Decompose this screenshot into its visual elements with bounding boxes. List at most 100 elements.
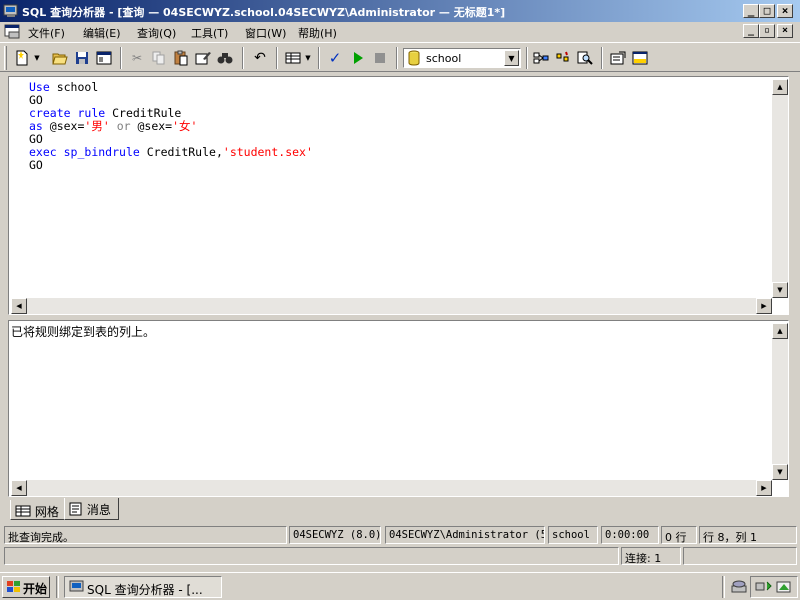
results-mode-dropdown-icon[interactable]: ▼ <box>303 48 313 68</box>
toolbar-separator <box>120 47 122 69</box>
menu-help[interactable]: 帮助(H) <box>298 25 337 41</box>
query-editor[interactable]: Use school GO create rule CreditRule as @se… <box>8 76 789 315</box>
find-binoculars-icon[interactable] <box>215 48 235 68</box>
scroll-down-arrow-icon[interactable]: ▼ <box>772 464 788 480</box>
scroll-right-arrow-icon[interactable]: ▶ <box>756 480 772 496</box>
tab-messages[interactable]: 消息 <box>64 498 119 520</box>
scroll-up-arrow-icon[interactable]: ▲ <box>772 79 788 95</box>
code-token: school <box>49 80 99 94</box>
menu-query[interactable]: 查询(Q) <box>137 25 176 41</box>
messages-document-icon <box>69 502 82 516</box>
status-text: 批查询完成。 <box>4 526 287 544</box>
toolbar-separator <box>601 47 603 69</box>
execute-query-icon[interactable] <box>348 48 368 68</box>
toolbar-separator <box>396 47 398 69</box>
code-token: GO <box>29 93 43 107</box>
messages-vertical-scrollbar[interactable]: ▲ ▼ <box>772 323 788 480</box>
scroll-down-arrow-icon[interactable]: ▼ <box>772 282 788 298</box>
toolbar-separator <box>526 47 528 69</box>
object-browser-icon[interactable] <box>94 48 114 68</box>
network-tray-icon[interactable] <box>755 579 773 595</box>
index-tuning-wizard-icon[interactable] <box>553 48 573 68</box>
title-bar: SQL 查询分析器 - [查询 — 04SECWYZ.school.04SECW… <box>0 0 800 22</box>
maximize-button[interactable]: □ <box>759 4 775 18</box>
search-magnifier-icon[interactable] <box>575 48 595 68</box>
query-text[interactable]: Use school GO create rule CreditRule as @se… <box>29 81 313 172</box>
results-grid-icon[interactable] <box>283 48 303 68</box>
toolbar-separator <box>276 47 278 69</box>
menu-bar: 文件(F) 编辑(E) 查询(Q) 工具(T) 窗口(W) 帮助(H) <box>0 22 800 41</box>
code-line[interactable]: as @sex='男' or @sex='女' <box>29 120 313 133</box>
new-query-dropdown-icon[interactable]: ▼ <box>32 48 42 68</box>
database-select[interactable]: school ▼ <box>403 48 521 68</box>
grid-icon <box>15 505 31 517</box>
database-select-value: school <box>426 52 462 65</box>
editor-horizontal-scrollbar[interactable]: ◀ ▶ <box>11 298 772 314</box>
code-token: create <box>29 106 71 120</box>
database-dropdown-arrow-icon[interactable]: ▼ <box>504 50 519 66</box>
parse-query-checkmark-icon[interactable]: ✓ <box>325 48 345 68</box>
menu-tools[interactable]: 工具(T) <box>191 25 228 41</box>
code-token: sp_bindrule <box>56 145 147 159</box>
status-row-count: 0 行 <box>661 526 697 544</box>
cut-icon: ✂ <box>131 51 143 65</box>
status-elapsed-time: 0:00:00 <box>601 526 659 544</box>
undo-icon[interactable]: ↶ <box>250 48 270 68</box>
paste-icon[interactable] <box>171 48 191 68</box>
messages-horizontal-scrollbar[interactable]: ◀ ▶ <box>11 480 772 496</box>
copy-icon <box>149 48 169 68</box>
child-minimize-button[interactable]: _ <box>743 24 759 38</box>
status-database: school <box>548 526 598 544</box>
code-token: GO <box>29 158 43 172</box>
new-query-icon[interactable] <box>12 48 32 68</box>
tab-grid[interactable]: 网格 <box>10 500 64 520</box>
code-token: exec <box>29 145 57 159</box>
child-close-button[interactable]: × <box>777 24 793 38</box>
status-connections: 连接: 1 <box>621 547 681 565</box>
taskbar-query-analyzer-button[interactable]: SQL 查询分析器 - [... <box>64 576 222 598</box>
code-token: 'student.sex' <box>222 145 313 159</box>
toolbar-separator <box>318 47 320 69</box>
menu-file[interactable]: 文件(F) <box>28 25 65 41</box>
code-line[interactable]: GO <box>29 159 313 172</box>
taskbar-separator <box>722 576 725 598</box>
window-title: SQL 查询分析器 - [查询 — 04SECWYZ.school.04SECW… <box>22 6 506 19</box>
close-button[interactable]: × <box>777 4 793 18</box>
tab-messages-label: 消息 <box>86 503 111 517</box>
code-token: as <box>29 119 43 133</box>
display-estimated-plan-icon[interactable] <box>531 48 551 68</box>
start-label: 开始 <box>23 582 48 596</box>
scroll-up-arrow-icon[interactable]: ▲ <box>772 323 788 339</box>
minimize-button[interactable]: _ <box>743 4 759 18</box>
query-analyzer-icon <box>69 580 84 592</box>
app-status-extra <box>683 547 797 565</box>
start-button[interactable]: 开始 <box>2 576 50 598</box>
clear-window-icon[interactable] <box>193 48 213 68</box>
child-restore-button[interactable]: ▫ <box>759 24 775 38</box>
database-cylinder-icon <box>408 50 420 66</box>
show-results-pane-icon[interactable] <box>630 48 650 68</box>
scroll-left-arrow-icon[interactable]: ◀ <box>11 480 27 496</box>
open-folder-icon[interactable] <box>50 48 70 68</box>
toolbar-separator <box>242 47 244 69</box>
volume-tray-icon[interactable] <box>775 579 793 595</box>
code-line[interactable]: Use school <box>29 81 313 94</box>
editor-vertical-scrollbar[interactable]: ▲ ▼ <box>772 79 788 298</box>
status-user: 04SECWYZ\Administrator (51 <box>385 526 545 544</box>
code-token: rule <box>77 106 106 120</box>
code-line[interactable]: exec sp_bindrule CreditRule,'student.sex… <box>29 146 313 159</box>
save-icon[interactable] <box>72 48 92 68</box>
current-connection-properties-icon[interactable] <box>608 48 628 68</box>
code-token: @sex= <box>42 119 85 133</box>
code-token: CreditRule <box>105 106 182 120</box>
status-cursor-position: 行 8，列 1 <box>699 526 797 544</box>
menu-window[interactable]: 窗口(W) <box>245 25 286 41</box>
toolbar-grip[interactable] <box>4 46 7 70</box>
code-token: CreditRule, <box>146 145 223 159</box>
scroll-right-arrow-icon[interactable]: ▶ <box>756 298 772 314</box>
app-status-blank <box>4 547 619 565</box>
scroll-left-arrow-icon[interactable]: ◀ <box>11 298 27 314</box>
document-window-icon[interactable] <box>4 24 22 39</box>
sql-server-service-icon[interactable] <box>730 578 750 596</box>
menu-edit[interactable]: 编辑(E) <box>83 25 121 41</box>
